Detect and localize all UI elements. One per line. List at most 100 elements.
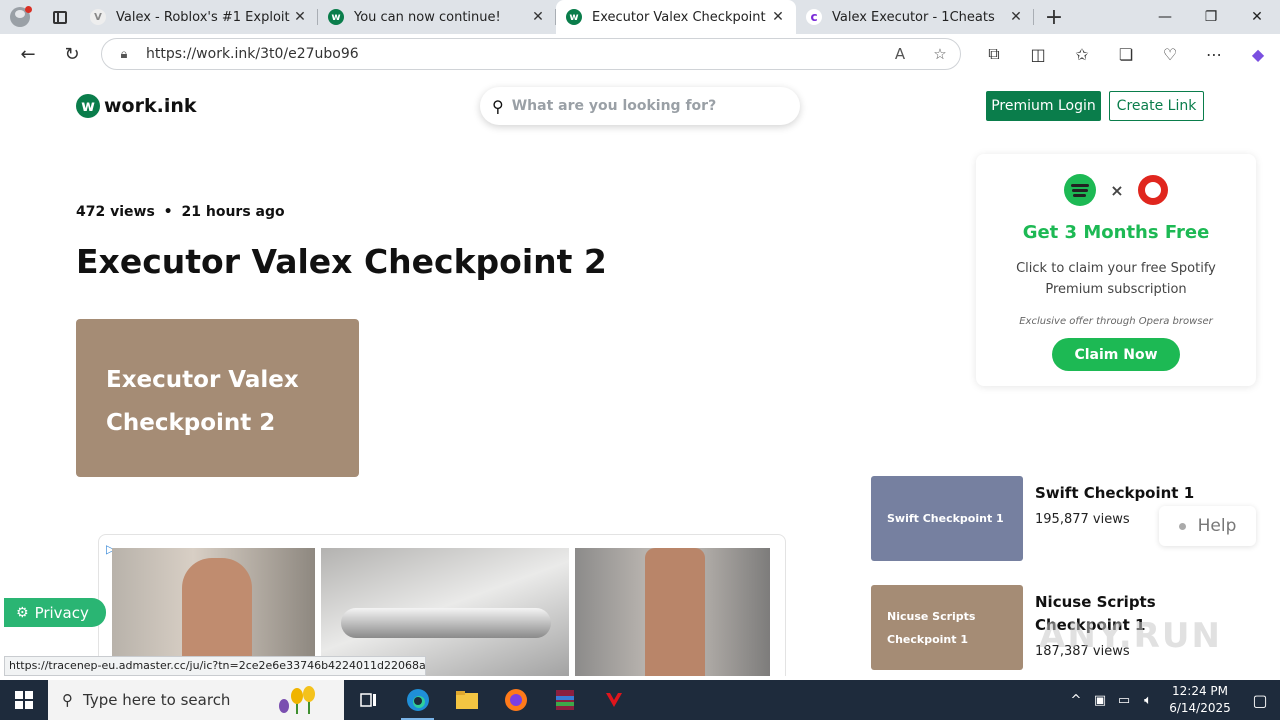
ad-image-legs[interactable] bbox=[575, 548, 770, 676]
spotify-logo-icon bbox=[1064, 174, 1097, 206]
thumbnail-line-1: Executor Valex bbox=[106, 367, 299, 393]
site-search-input[interactable]: ⚲ What are you looking for? bbox=[480, 87, 800, 125]
tab-actions-icon bbox=[53, 10, 67, 24]
taskbar-clock[interactable]: 12:24 PM 6/14/2025 bbox=[1160, 683, 1240, 717]
opera-logo-icon bbox=[1137, 175, 1168, 205]
close-window-icon[interactable]: ✕ bbox=[1234, 0, 1280, 34]
search-icon: ⚲ bbox=[492, 96, 504, 116]
collections-icon[interactable]: ❏ bbox=[1104, 34, 1148, 74]
notifications-icon[interactable]: ▢ bbox=[1240, 691, 1280, 710]
edge-taskbar-icon[interactable] bbox=[393, 680, 442, 720]
tab-actions-button[interactable] bbox=[40, 0, 80, 34]
claim-now-button[interactable]: Claim Now bbox=[1052, 338, 1180, 371]
workink-logo[interactable]: w work.ink bbox=[76, 94, 197, 118]
back-icon[interactable]: ← bbox=[6, 34, 50, 74]
device-icon[interactable]: ▣ bbox=[1088, 693, 1112, 708]
workink-logo-icon: w bbox=[76, 94, 100, 118]
meta-separator: • bbox=[163, 204, 173, 220]
ad-faucet-figure bbox=[341, 608, 551, 638]
taskbar-search-box[interactable]: ⚲ Type here to search bbox=[48, 680, 344, 720]
browser-tab-1cheats[interactable]: c Valex Executor - 1Cheats ✕ bbox=[796, 0, 1034, 34]
system-tray: ^ ▣ ▭ 🔈︎ 12:24 PM 6/14/2025 ▢ bbox=[1064, 680, 1280, 720]
more-options-icon[interactable]: ⋯ bbox=[1192, 34, 1236, 74]
firefox-icon[interactable] bbox=[491, 680, 540, 720]
file-explorer-icon[interactable] bbox=[442, 680, 491, 720]
related-thumbnail[interactable]: Swift Checkpoint 1 bbox=[871, 476, 1023, 561]
browser-tab-strip: V Valex - Roblox's #1 Exploit ✕ w You ca… bbox=[0, 0, 1280, 34]
network-icon[interactable]: ▭ bbox=[1112, 693, 1136, 708]
favorites-icon[interactable]: ✩ bbox=[1060, 34, 1104, 74]
help-label: Help bbox=[1197, 516, 1237, 536]
page-title: Executor Valex Checkpoint 2 bbox=[76, 242, 607, 281]
windows-logo-icon bbox=[15, 691, 33, 709]
create-link-button[interactable]: Create Link bbox=[1109, 91, 1204, 121]
site-info-lock-icon[interactable]: 🔒︎ bbox=[102, 47, 146, 62]
copilot-icon[interactable]: ◆ bbox=[1236, 34, 1280, 74]
windows-taskbar: ⚲ Type here to search ^ ▣ ▭ 🔈︎ 12:24 PM … bbox=[0, 680, 1280, 720]
related-title[interactable]: Swift Checkpoint 1 bbox=[1035, 482, 1205, 505]
start-button[interactable] bbox=[0, 680, 48, 720]
refresh-icon[interactable]: ↻ bbox=[50, 34, 94, 74]
tab-close-icon[interactable]: ✕ bbox=[770, 9, 786, 25]
promo-headline: Get 3 Months Free bbox=[1022, 222, 1210, 243]
status-bar-url: https://tracenep-eu.admaster.cc/ju/ic?tn… bbox=[4, 656, 426, 676]
link-thumbnail: Executor Valex Checkpoint 2 bbox=[76, 319, 359, 477]
browser-tab-continue[interactable]: w You can now continue! ✕ bbox=[318, 0, 556, 34]
related-thumbnail[interactable]: Nicuse Scripts Checkpoint 1 bbox=[871, 585, 1023, 670]
1cheats-favicon-icon: c bbox=[806, 9, 822, 25]
tab-close-icon[interactable]: ✕ bbox=[530, 9, 546, 25]
tulips-icon bbox=[279, 686, 315, 714]
tab-title: Valex Executor - 1Cheats bbox=[832, 9, 995, 25]
help-widget-button[interactable]: Help bbox=[1159, 506, 1256, 546]
tab-close-icon[interactable]: ✕ bbox=[1008, 9, 1024, 25]
premium-login-button[interactable]: Premium Login bbox=[986, 91, 1101, 121]
privacy-label: Privacy bbox=[34, 603, 89, 622]
profile-alert-dot bbox=[25, 6, 32, 13]
thumbnail-line-2: Checkpoint 2 bbox=[106, 410, 276, 436]
minimize-icon[interactable]: — bbox=[1142, 0, 1188, 34]
url-text[interactable]: https://work.ink/3t0/e27ubo96 bbox=[146, 46, 880, 62]
browser-essentials-icon[interactable]: ♡ bbox=[1148, 34, 1192, 74]
tab-title: You can now continue! bbox=[354, 9, 501, 25]
tray-overflow-icon[interactable]: ^ bbox=[1064, 693, 1088, 708]
new-tab-button[interactable]: + bbox=[1034, 5, 1074, 30]
extensions-icon[interactable]: ⧉ bbox=[972, 34, 1016, 74]
favorite-star-icon[interactable]: ☆ bbox=[920, 45, 960, 63]
clock-time: 12:24 PM bbox=[1172, 684, 1228, 698]
web-page: w work.ink ⚲ What are you looking for? P… bbox=[4, 74, 1276, 676]
spotify-promo-card[interactable]: × Get 3 Months Free Click to claim your … bbox=[976, 154, 1256, 386]
view-count: 472 views bbox=[76, 204, 155, 220]
gear-icon: ⚙ bbox=[16, 604, 29, 621]
taskbar-search-text[interactable]: Type here to search bbox=[83, 691, 230, 709]
post-meta: 472 views • 21 hours ago bbox=[76, 204, 289, 220]
volume-icon[interactable]: 🔈︎ bbox=[1136, 693, 1160, 708]
tab-title: Valex - Roblox's #1 Exploit bbox=[116, 9, 290, 25]
logo-text: work.ink bbox=[104, 95, 197, 117]
search-placeholder[interactable]: What are you looking for? bbox=[512, 98, 716, 114]
browser-toolbar: ← ↻ 🔒︎ https://work.ink/3t0/e27ubo96 A ☆… bbox=[0, 34, 1280, 74]
post-age: 21 hours ago bbox=[181, 204, 285, 220]
workink-favicon-icon: w bbox=[328, 9, 344, 25]
profile-button[interactable] bbox=[0, 0, 40, 34]
promo-logos: × bbox=[976, 174, 1256, 206]
browser-tab-valex-exploit[interactable]: V Valex - Roblox's #1 Exploit ✕ bbox=[80, 0, 318, 34]
times-symbol: × bbox=[1110, 180, 1124, 200]
window-controls: — ❐ ✕ bbox=[1142, 0, 1280, 34]
restore-icon[interactable]: ❐ bbox=[1188, 0, 1234, 34]
clock-date: 6/14/2025 bbox=[1169, 701, 1231, 715]
watermark-text: ANY.RUN bbox=[1039, 616, 1222, 656]
tab-title: Executor Valex Checkpoint 2 - at w bbox=[592, 9, 770, 25]
search-icon: ⚲ bbox=[62, 691, 73, 709]
browser-tab-checkpoint-active[interactable]: w Executor Valex Checkpoint 2 - at w ✕ bbox=[556, 0, 796, 34]
privacy-button[interactable]: ⚙ Privacy bbox=[4, 598, 106, 627]
winrar-icon[interactable] bbox=[540, 680, 589, 720]
valex-app-icon[interactable] bbox=[589, 680, 638, 720]
tab-close-icon[interactable]: ✕ bbox=[292, 9, 308, 25]
address-bar[interactable]: 🔒︎ https://work.ink/3t0/e27ubo96 A ☆ bbox=[101, 38, 961, 70]
read-aloud-icon[interactable]: A bbox=[880, 45, 920, 63]
task-view-icon[interactable] bbox=[344, 680, 393, 720]
workink-favicon-icon: w bbox=[566, 9, 582, 25]
valex-favicon-icon: V bbox=[90, 9, 106, 25]
split-screen-icon[interactable]: ◫ bbox=[1016, 34, 1060, 74]
promo-fineprint: Exclusive offer through Opera browser bbox=[1019, 316, 1213, 327]
